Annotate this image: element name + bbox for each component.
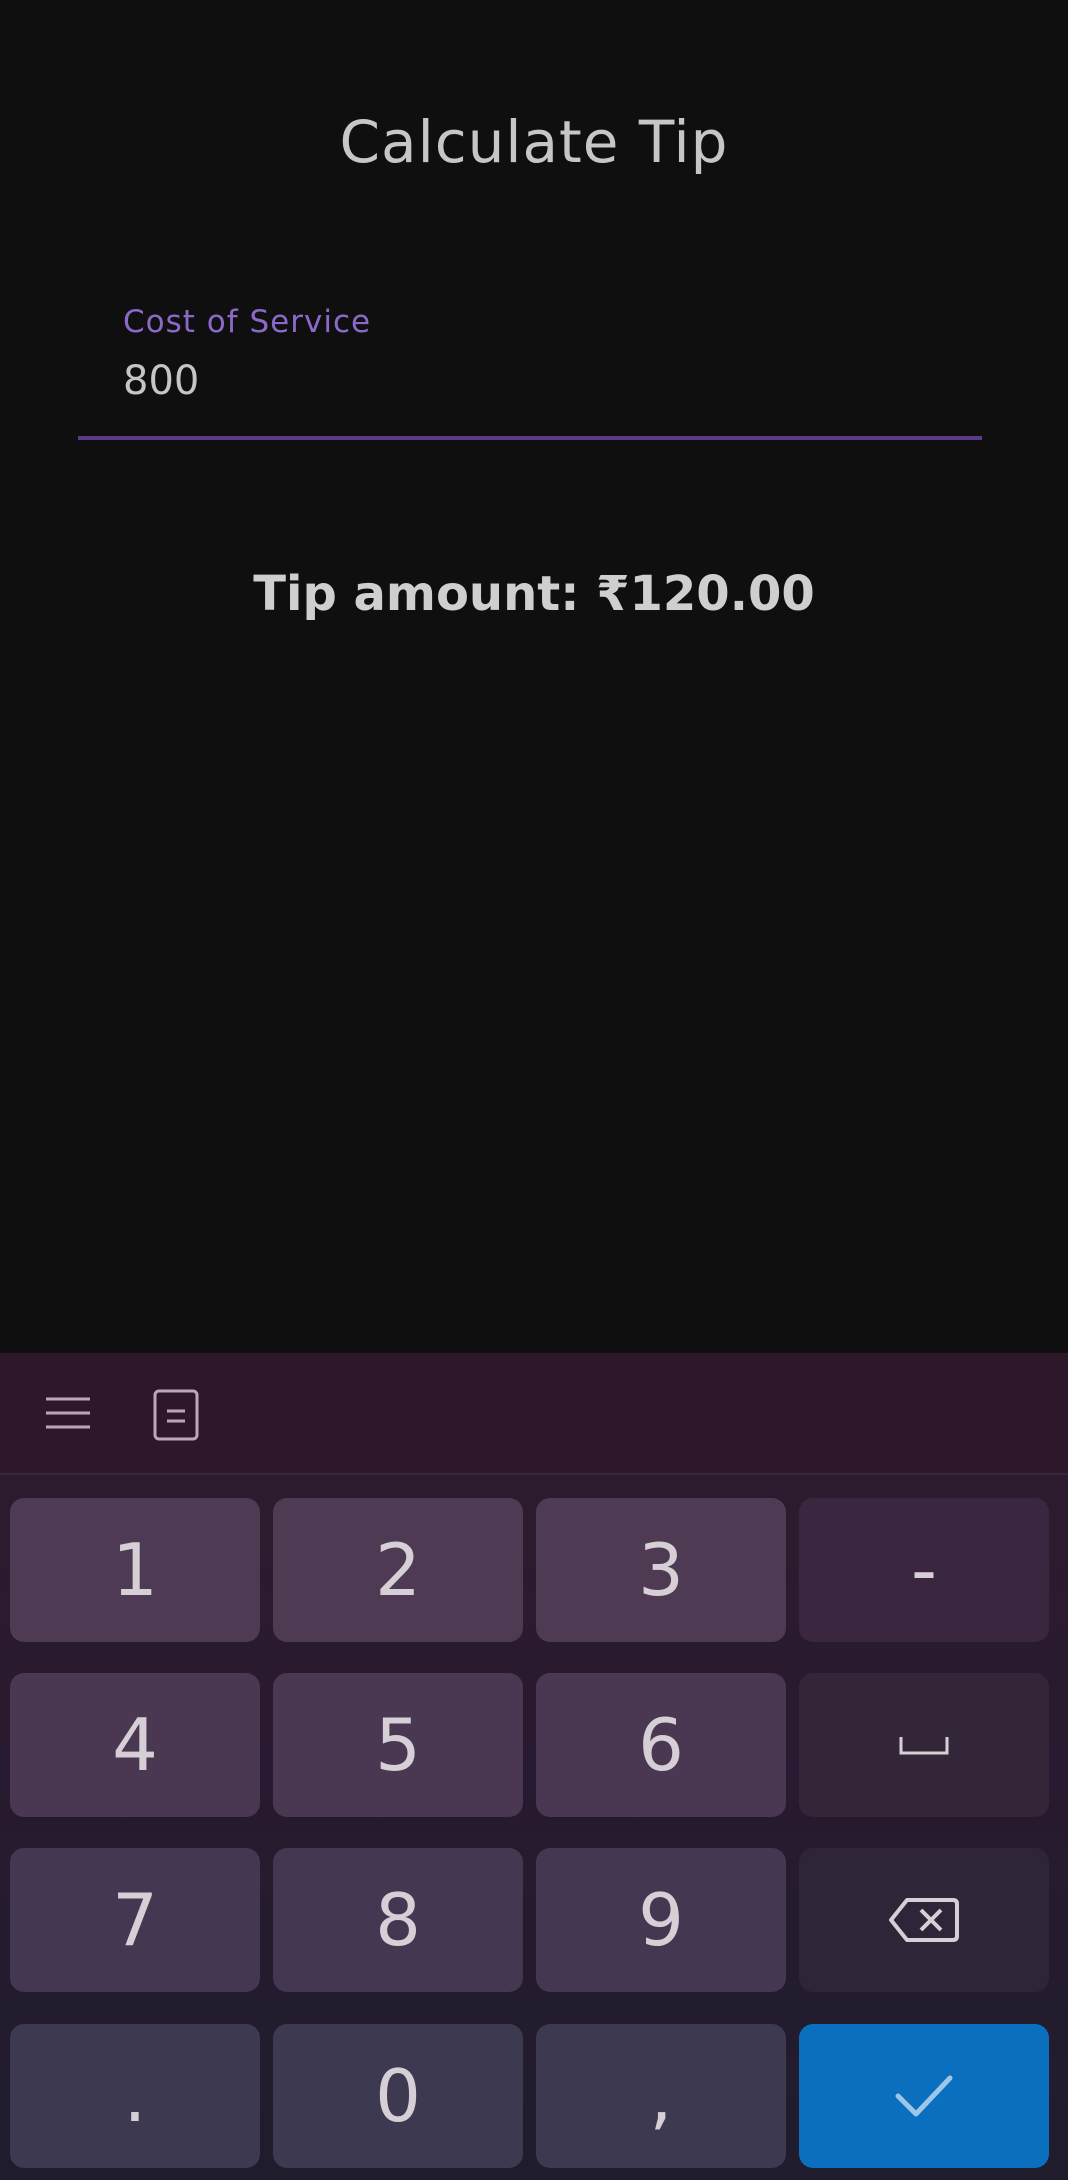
key-4[interactable]: 4	[10, 1673, 260, 1817]
key-2[interactable]: 2	[273, 1498, 523, 1642]
menu-icon[interactable]	[44, 1389, 92, 1437]
tip-calculator-screen: Calculate Tip Cost of Service 800 Tip am…	[0, 0, 1068, 1353]
key-5[interactable]: 5	[273, 1673, 523, 1817]
key-comma[interactable]: ,	[536, 2024, 786, 2168]
field-underline	[78, 436, 982, 440]
key-dot[interactable]: .	[10, 2024, 260, 2168]
check-icon	[895, 2075, 953, 2117]
backspace-icon	[889, 1898, 959, 1942]
key-backspace[interactable]	[799, 1848, 1049, 1992]
key-space[interactable]	[799, 1673, 1049, 1817]
space-icon	[899, 1737, 949, 1755]
cost-of-service-label: Cost of Service	[123, 304, 372, 340]
key-6[interactable]: 6	[536, 1673, 786, 1817]
key-8[interactable]: 8	[273, 1848, 523, 1992]
key-3[interactable]: 3	[536, 1498, 786, 1642]
keyboard-toolbar	[0, 1353, 1068, 1475]
cost-of-service-input[interactable]: 800	[123, 358, 199, 404]
numeric-keyboard: 1 2 3 - 4 5 6 7 8 9 . 0 ,	[0, 1353, 1068, 2180]
key-9[interactable]: 9	[536, 1848, 786, 1992]
key-0[interactable]: 0	[273, 2024, 523, 2168]
tip-amount-text: Tip amount: ₹120.00	[253, 566, 815, 622]
cost-of-service-field[interactable]: Cost of Service 800	[78, 288, 982, 440]
key-7[interactable]: 7	[10, 1848, 260, 1992]
clipboard-icon[interactable]	[152, 1389, 200, 1441]
key-1[interactable]: 1	[10, 1498, 260, 1642]
page-title: Calculate Tip	[339, 108, 729, 176]
key-enter[interactable]	[799, 2024, 1049, 2168]
key-minus[interactable]: -	[799, 1498, 1049, 1642]
